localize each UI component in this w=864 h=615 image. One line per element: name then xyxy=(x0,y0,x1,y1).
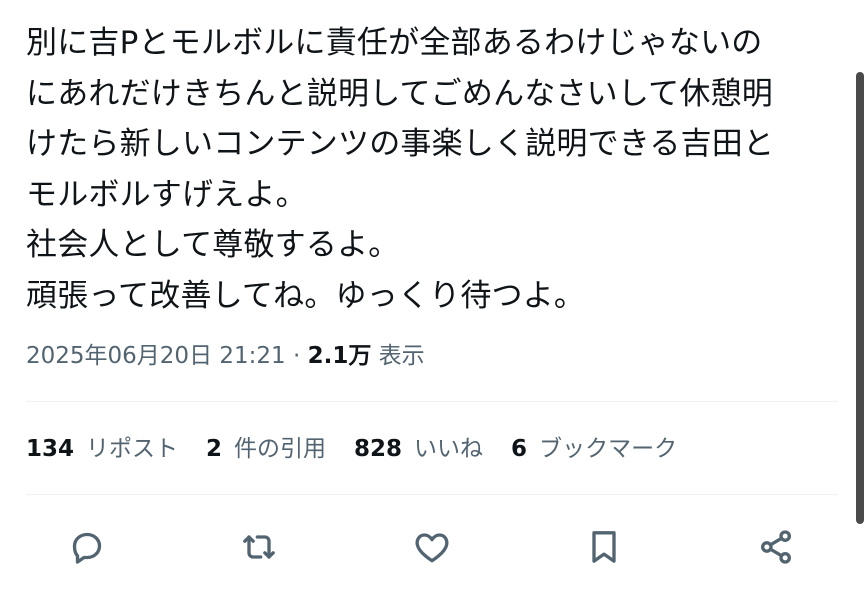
share-button[interactable] xyxy=(753,524,799,570)
views-count: 2.1万 xyxy=(307,343,372,369)
quote-count: 2 xyxy=(206,436,223,462)
quote-stat[interactable]: 2 件の引用 xyxy=(206,431,326,467)
bookmark-button[interactable] xyxy=(581,524,627,570)
repost-button[interactable] xyxy=(236,524,282,570)
tweet-text-line: にあれだけきちんと説明してごめんなさいして休憩明 xyxy=(26,75,773,112)
like-stat[interactable]: 828 いいね xyxy=(354,431,483,467)
like-count: 828 xyxy=(354,436,403,462)
like-label: いいね xyxy=(414,436,484,462)
meta-separator: · xyxy=(292,343,301,369)
tweet-text-line: 別に吉Pとモルボルに責任が全部あるわけじゃないの xyxy=(26,25,763,61)
scrollbar[interactable] xyxy=(856,72,864,524)
share-icon xyxy=(761,530,791,564)
engagement-stats: 134 リポスト 2 件の引用 828 いいね 6 ブックマーク xyxy=(26,431,677,467)
bookmark-icon xyxy=(592,531,616,563)
timestamp-link[interactable]: 2025年06月20日 21:21 xyxy=(26,343,286,369)
reply-icon xyxy=(72,532,102,564)
bookmark-label: ブックマーク xyxy=(539,436,678,462)
tweet-meta: 2025年06月20日 21:21 · 2.1万 表示 xyxy=(26,338,425,374)
tweet-text-line: モルボルすげえよ。 xyxy=(26,176,307,213)
bookmark-stat[interactable]: 6 ブックマーク xyxy=(511,431,677,467)
repost-label: リポスト xyxy=(86,436,179,462)
divider xyxy=(26,401,838,402)
tweet-text: 別に吉Pとモルボルに責任が全部あるわけじゃないの にあれだけきちんと説明してごめ… xyxy=(26,18,826,321)
repost-stat[interactable]: 134 リポスト xyxy=(26,431,178,467)
tweet-text-line: 社会人として尊敬するよ。 xyxy=(26,227,400,263)
like-button[interactable] xyxy=(409,524,455,570)
tweet-text-line: けたら新しいコンテンツの事楽しく説明できる吉田と xyxy=(26,126,775,162)
repost-count: 134 xyxy=(26,436,75,462)
repost-icon xyxy=(243,535,275,559)
bookmark-count: 6 xyxy=(511,436,528,462)
action-bar xyxy=(0,524,864,574)
tweet-text-line: 頑張って改善してね。ゆっくり待つよ。 xyxy=(26,277,586,314)
divider xyxy=(26,494,838,495)
like-icon xyxy=(415,533,449,563)
reply-button[interactable] xyxy=(64,524,110,570)
views-label: 表示 xyxy=(378,343,425,369)
quote-label: 件の引用 xyxy=(234,436,327,462)
